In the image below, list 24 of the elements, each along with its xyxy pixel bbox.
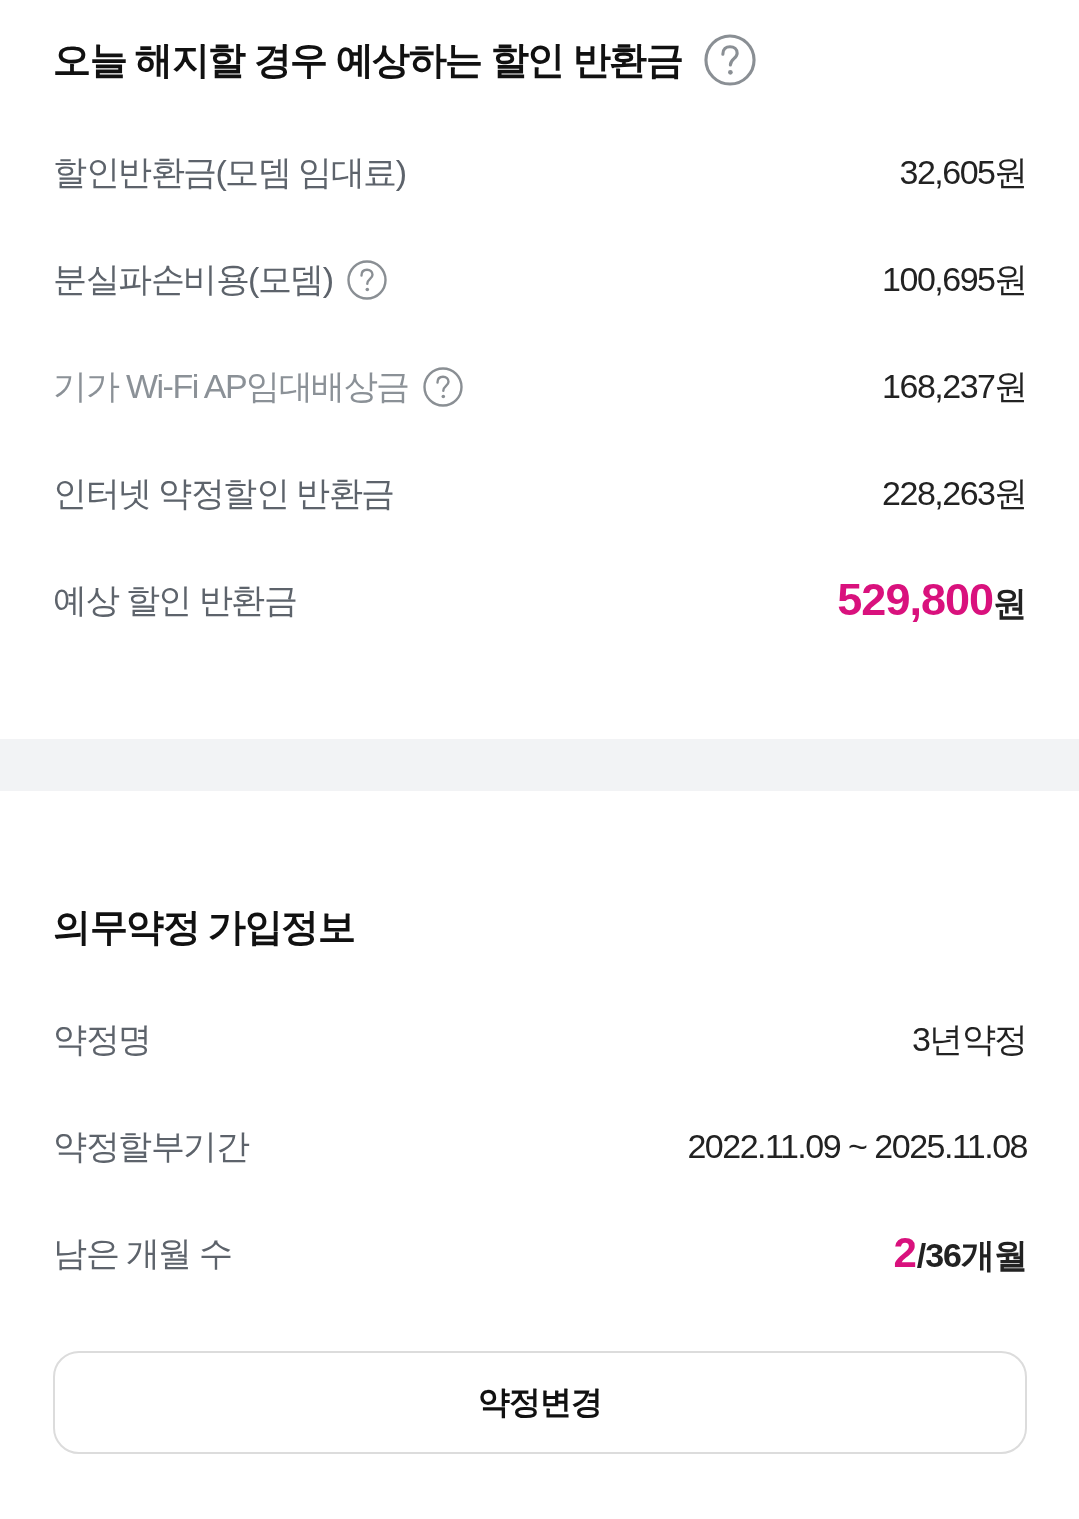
- row-label: 남은 개월 수: [53, 1232, 232, 1274]
- row-label: 예상 할인 반환금: [53, 579, 297, 621]
- row-label: 할인반환금(모뎀 임대료): [53, 151, 406, 193]
- row-label: 약정할부기간: [53, 1125, 248, 1167]
- row-value: 2022.11.09 ~ 2025.11.08: [687, 1127, 1027, 1166]
- row-value: 100,695원: [882, 258, 1027, 300]
- row-value: 3년약정: [912, 1018, 1027, 1060]
- help-icon[interactable]: [346, 259, 387, 300]
- help-icon[interactable]: [704, 34, 757, 86]
- section-title: 의무약정 가입정보: [53, 904, 355, 950]
- months-total: /36개월: [916, 1234, 1027, 1276]
- help-icon[interactable]: [422, 366, 463, 407]
- currency-unit: 원: [993, 583, 1027, 624]
- total-amount: 529,800: [837, 574, 993, 626]
- row-value: 32,605원: [899, 151, 1027, 193]
- row-label: 기가 Wi-Fi AP임대배상금: [53, 365, 409, 407]
- row-label: 인터넷 약정할인 반환금: [53, 472, 394, 514]
- row-value: 228,263원: [882, 472, 1027, 514]
- row-label: 분실파손비용(모뎀): [53, 258, 333, 300]
- row-value: 168,237원: [882, 365, 1027, 407]
- section-title: 오늘 해지할 경우 예상하는 할인 반환금: [53, 37, 683, 83]
- row-label: 약정명: [53, 1018, 151, 1060]
- change-contract-button[interactable]: 약정변경: [53, 1351, 1027, 1454]
- months-remaining: 2: [893, 1228, 917, 1277]
